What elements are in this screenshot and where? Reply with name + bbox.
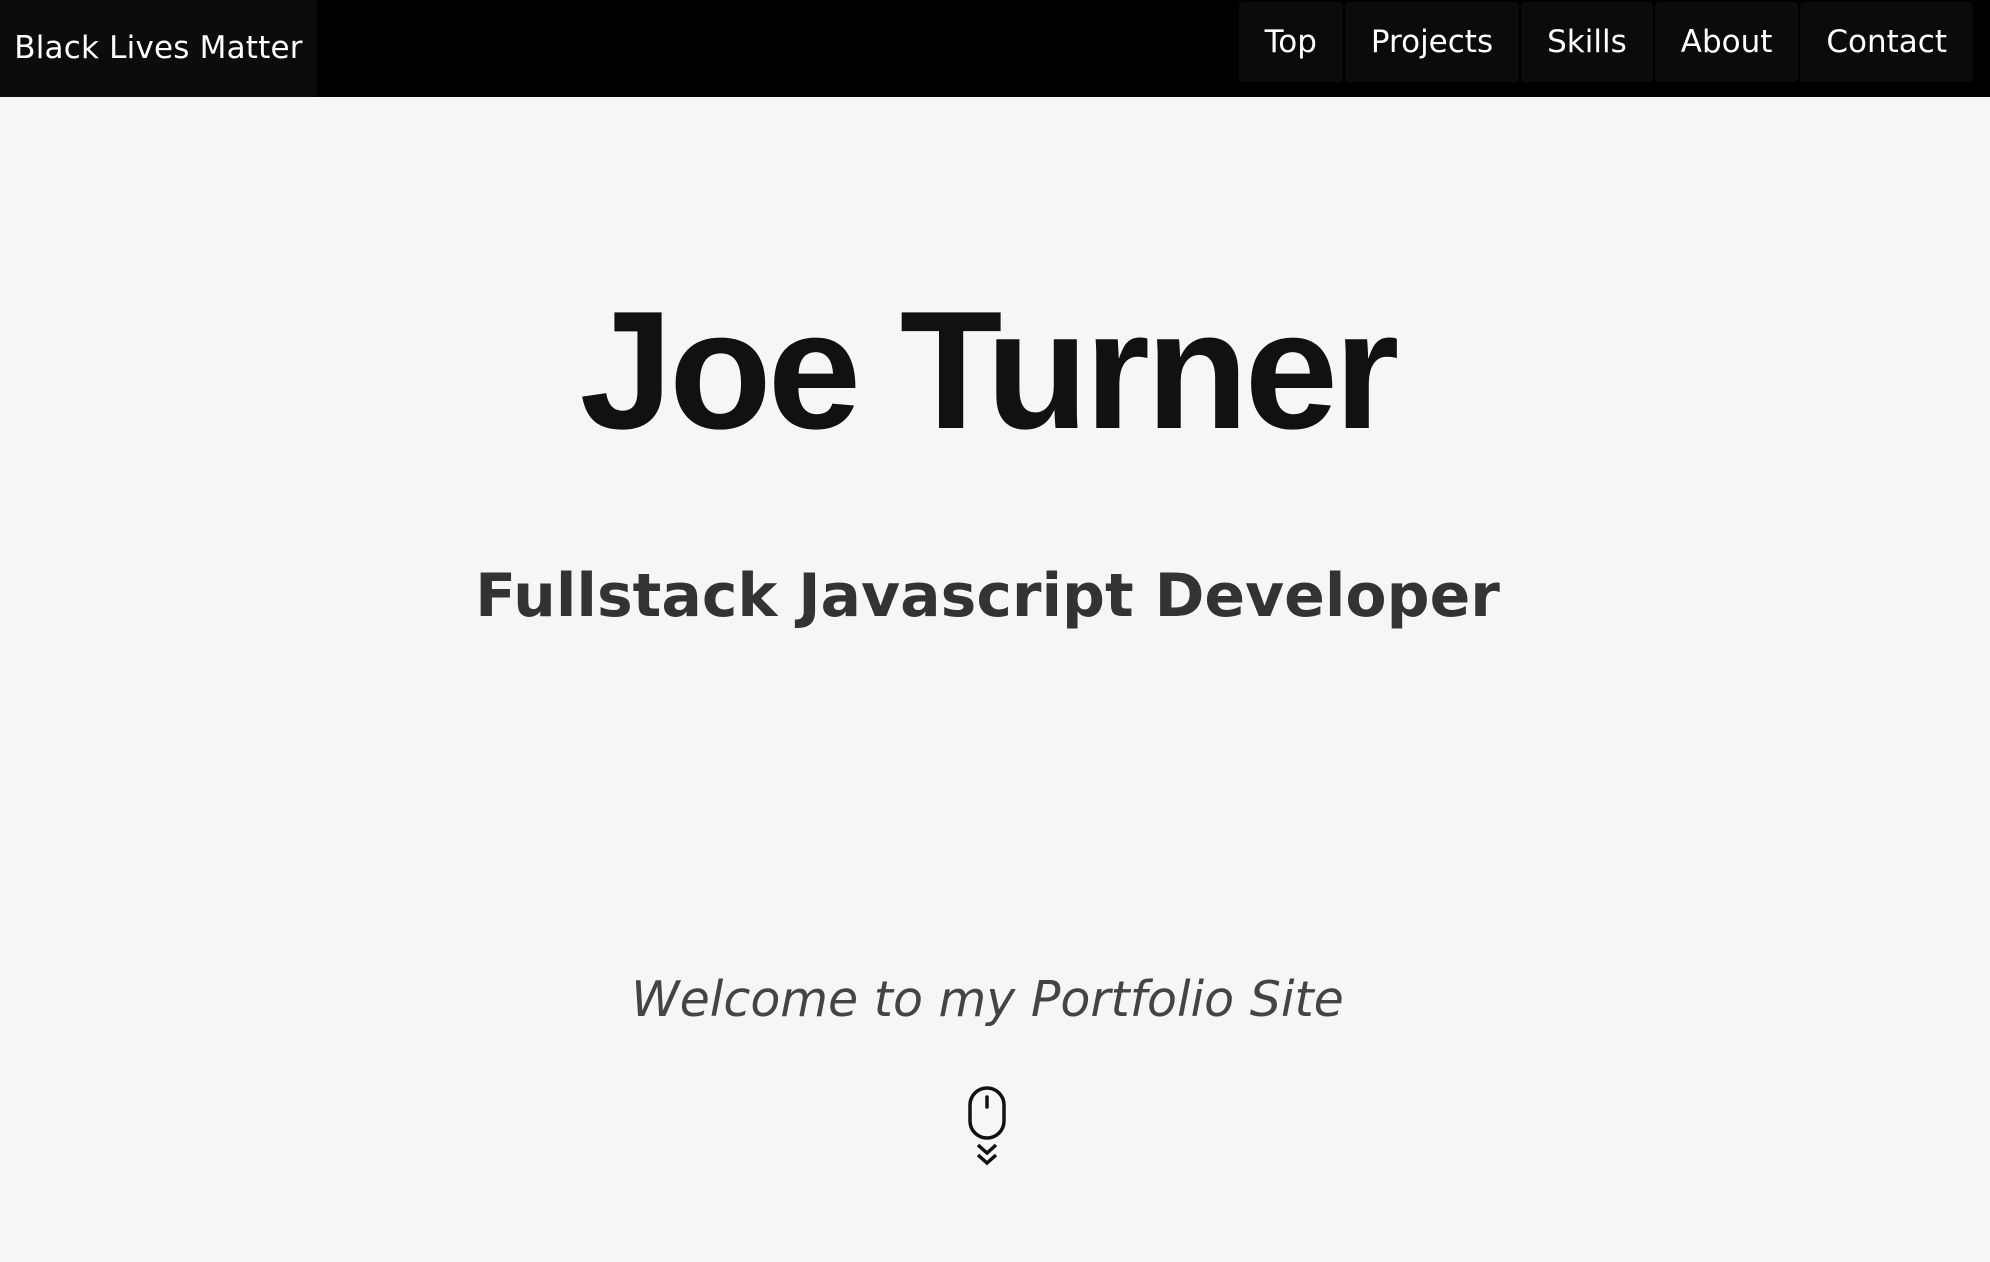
nav-link-skills[interactable]: Skills: [1521, 2, 1653, 82]
top-navbar: Black Lives Matter Top Projects Skills A…: [0, 0, 1990, 97]
hero-name: Joe Turner: [579, 276, 1400, 464]
nav-link-top[interactable]: Top: [1238, 2, 1343, 82]
nav-link-contact[interactable]: Contact: [1800, 2, 1973, 82]
nav-links: Top Projects Skills About Contact: [1238, 2, 1973, 82]
hero-subtitle: Fullstack Javascript Developer: [475, 561, 1500, 631]
nav-link-projects[interactable]: Projects: [1344, 2, 1520, 82]
mouse-scroll-svg: [968, 1086, 1006, 1166]
nav-link-about[interactable]: About: [1654, 2, 1799, 82]
mouse-scroll-down-icon[interactable]: [966, 1085, 1010, 1171]
brand-link[interactable]: Black Lives Matter: [0, 0, 317, 97]
welcome-text: Welcome to my Portfolio Site: [631, 971, 1344, 1028]
